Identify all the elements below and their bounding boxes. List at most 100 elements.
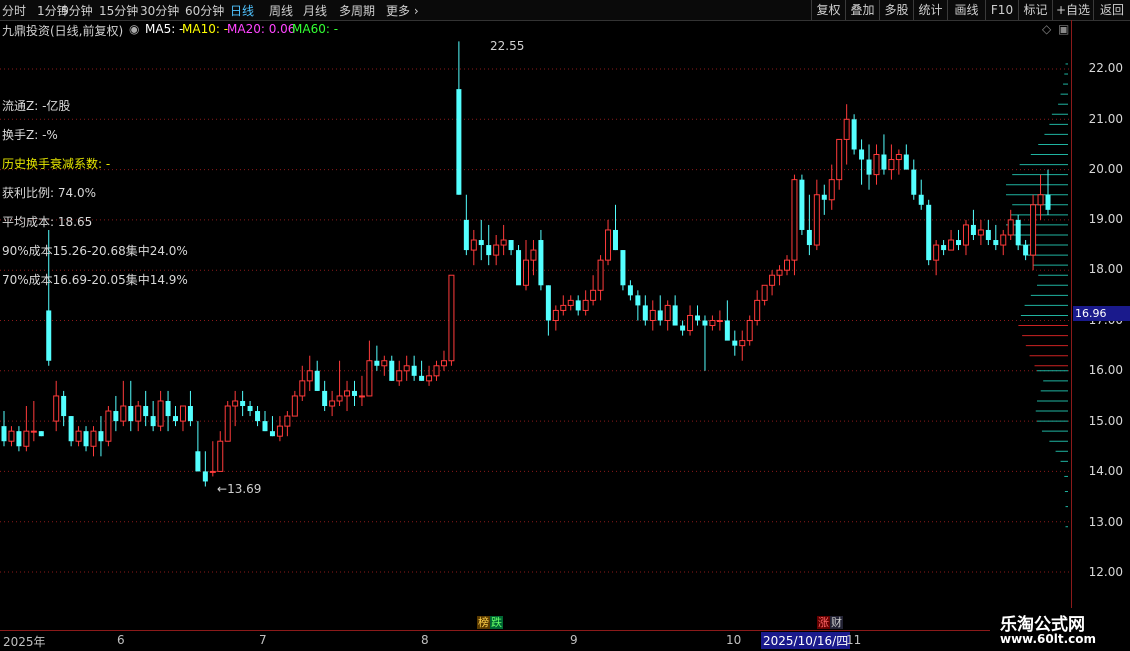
candle-body-down bbox=[419, 375, 425, 381]
candle-body-up bbox=[448, 274, 455, 362]
candle-body-up bbox=[1007, 219, 1014, 236]
candle-body-down bbox=[993, 240, 999, 246]
candle-body-down bbox=[516, 250, 522, 286]
candle-body-up bbox=[500, 239, 507, 246]
candle-body-up bbox=[306, 370, 313, 382]
event-marker-fall[interactable]: 跌 bbox=[490, 616, 503, 629]
candle-body-down bbox=[732, 340, 738, 346]
y-label: 14.00 bbox=[1088, 464, 1123, 478]
candle-body-up bbox=[873, 154, 880, 176]
candle-body-up bbox=[977, 229, 984, 236]
adjust-button[interactable]: 复权 bbox=[811, 0, 845, 20]
candle-body-down bbox=[657, 310, 663, 321]
event-marker-finance[interactable]: 财 bbox=[830, 616, 843, 629]
diamond-icon[interactable]: ◇ bbox=[1042, 22, 1051, 36]
f10-button[interactable]: F10 bbox=[985, 0, 1018, 20]
candle-body-up bbox=[776, 269, 783, 276]
candle-body-down bbox=[247, 406, 253, 412]
dropdown-circle-icon[interactable]: ◉ bbox=[129, 22, 139, 36]
candle-body-up bbox=[813, 194, 820, 246]
period-15min[interactable]: 15分钟 bbox=[99, 2, 138, 19]
period-5min[interactable]: 5分钟 bbox=[61, 2, 93, 19]
candle-body-up bbox=[1037, 194, 1044, 206]
low-annotation: ←13.69 bbox=[217, 482, 261, 496]
date-axis: 2025年 6 7 8 9 10 2025/10/16/四 11 bbox=[0, 630, 1130, 651]
price-axis: 22.00 21.00 20.00 19.00 18.00 17.00 16.0… bbox=[1071, 20, 1130, 630]
candle-body-down bbox=[374, 360, 380, 366]
candle-body-up bbox=[552, 309, 559, 322]
high-annotation: 22.55 bbox=[490, 39, 524, 53]
candle-body-down bbox=[672, 305, 678, 326]
candle-body-down bbox=[918, 194, 924, 205]
watermark: 乐淘公式网 www.60lt.com bbox=[990, 608, 1130, 650]
candle-body-down bbox=[806, 229, 812, 246]
y-label: 12.00 bbox=[1088, 565, 1123, 579]
multi-stock-button[interactable]: 多股 bbox=[879, 0, 913, 20]
candle-body-up bbox=[53, 395, 60, 422]
candle-body-down bbox=[68, 416, 74, 442]
candle-body-up bbox=[761, 284, 768, 301]
candle-body-down bbox=[46, 310, 52, 361]
mark-button[interactable]: 标记 bbox=[1018, 0, 1052, 20]
more-label: 更多 bbox=[386, 4, 411, 18]
overlay-button[interactable]: 叠加 bbox=[845, 0, 879, 20]
period-monthly[interactable]: 月线 bbox=[303, 2, 327, 19]
candle-body-down bbox=[38, 431, 44, 437]
candle-body-up bbox=[30, 430, 37, 433]
date-label: 11 bbox=[846, 633, 862, 647]
candle-body-up bbox=[664, 304, 671, 322]
candle-body-down bbox=[255, 411, 261, 422]
candle-body-up bbox=[597, 259, 604, 291]
candle-body-down bbox=[680, 325, 686, 331]
candle-body-down bbox=[389, 360, 395, 381]
draw-line-button[interactable]: 画线 bbox=[947, 0, 985, 20]
candle-body-up bbox=[90, 430, 97, 447]
statistics-button[interactable]: 统计 bbox=[913, 0, 947, 20]
candle-body-up bbox=[157, 400, 164, 427]
candle-body-up bbox=[120, 405, 127, 422]
event-marker-rise[interactable]: 涨 bbox=[817, 616, 830, 629]
window-icon[interactable]: ▣ bbox=[1058, 22, 1069, 36]
candle-body-down bbox=[903, 154, 909, 170]
back-button[interactable]: 返回 bbox=[1093, 0, 1130, 20]
turnover-text: 换手Z: -% bbox=[2, 128, 58, 142]
candle-body-down bbox=[240, 400, 246, 407]
cost70-text: 70%成本16.69-20.05集中14.9% bbox=[2, 273, 188, 287]
period-toolbar: 分时 1分钟 5分钟 15分钟 30分钟 60分钟 日线 周线 月线 多周期 更… bbox=[0, 0, 1130, 21]
cost90-text: 90%成本15.26-20.68集中24.0% bbox=[2, 244, 188, 258]
candle-body-down bbox=[83, 431, 89, 447]
candle-body-down bbox=[411, 365, 417, 376]
candle-body-up bbox=[224, 405, 231, 442]
candle-body-up bbox=[75, 430, 82, 442]
candle-body-up bbox=[493, 244, 500, 256]
period-weekly[interactable]: 周线 bbox=[269, 2, 293, 19]
avg-cost-text: 平均成本: 18.65 bbox=[2, 215, 93, 229]
event-marker-list[interactable]: 榜 bbox=[477, 616, 490, 629]
decay-text: 历史换手衰减系数: - bbox=[2, 157, 111, 171]
candle-body-up bbox=[836, 138, 843, 181]
low-price-label: ←13.69 bbox=[217, 482, 261, 496]
period-multi[interactable]: 多周期 bbox=[339, 2, 375, 19]
period-more[interactable]: 更多 › bbox=[386, 2, 419, 19]
candle-body-down bbox=[620, 250, 626, 286]
candle-body-up bbox=[791, 179, 798, 261]
candle-body-down bbox=[627, 285, 633, 296]
candle-body-up bbox=[687, 314, 694, 332]
period-timeshare[interactable]: 分时 bbox=[2, 2, 26, 19]
period-60min[interactable]: 60分钟 bbox=[185, 2, 224, 19]
candle-body-up bbox=[381, 360, 388, 367]
kline-chart[interactable]: 22.55 ←13.69 bbox=[0, 37, 1071, 630]
candle-body-down bbox=[195, 451, 201, 472]
period-30min[interactable]: 30分钟 bbox=[140, 2, 179, 19]
candle-body-down bbox=[545, 285, 551, 321]
add-watchlist-button[interactable]: +自选 bbox=[1052, 0, 1093, 20]
candle-body-down bbox=[970, 224, 976, 235]
candle-body-down bbox=[478, 240, 484, 246]
period-daily[interactable]: 日线 bbox=[230, 2, 254, 19]
candle-body-up bbox=[649, 309, 656, 322]
date-label: 7 bbox=[259, 633, 267, 647]
candle-body-down bbox=[821, 194, 827, 200]
candle-body-down bbox=[187, 406, 193, 422]
candle-body-up bbox=[366, 360, 373, 397]
candle-body-down bbox=[695, 315, 701, 321]
